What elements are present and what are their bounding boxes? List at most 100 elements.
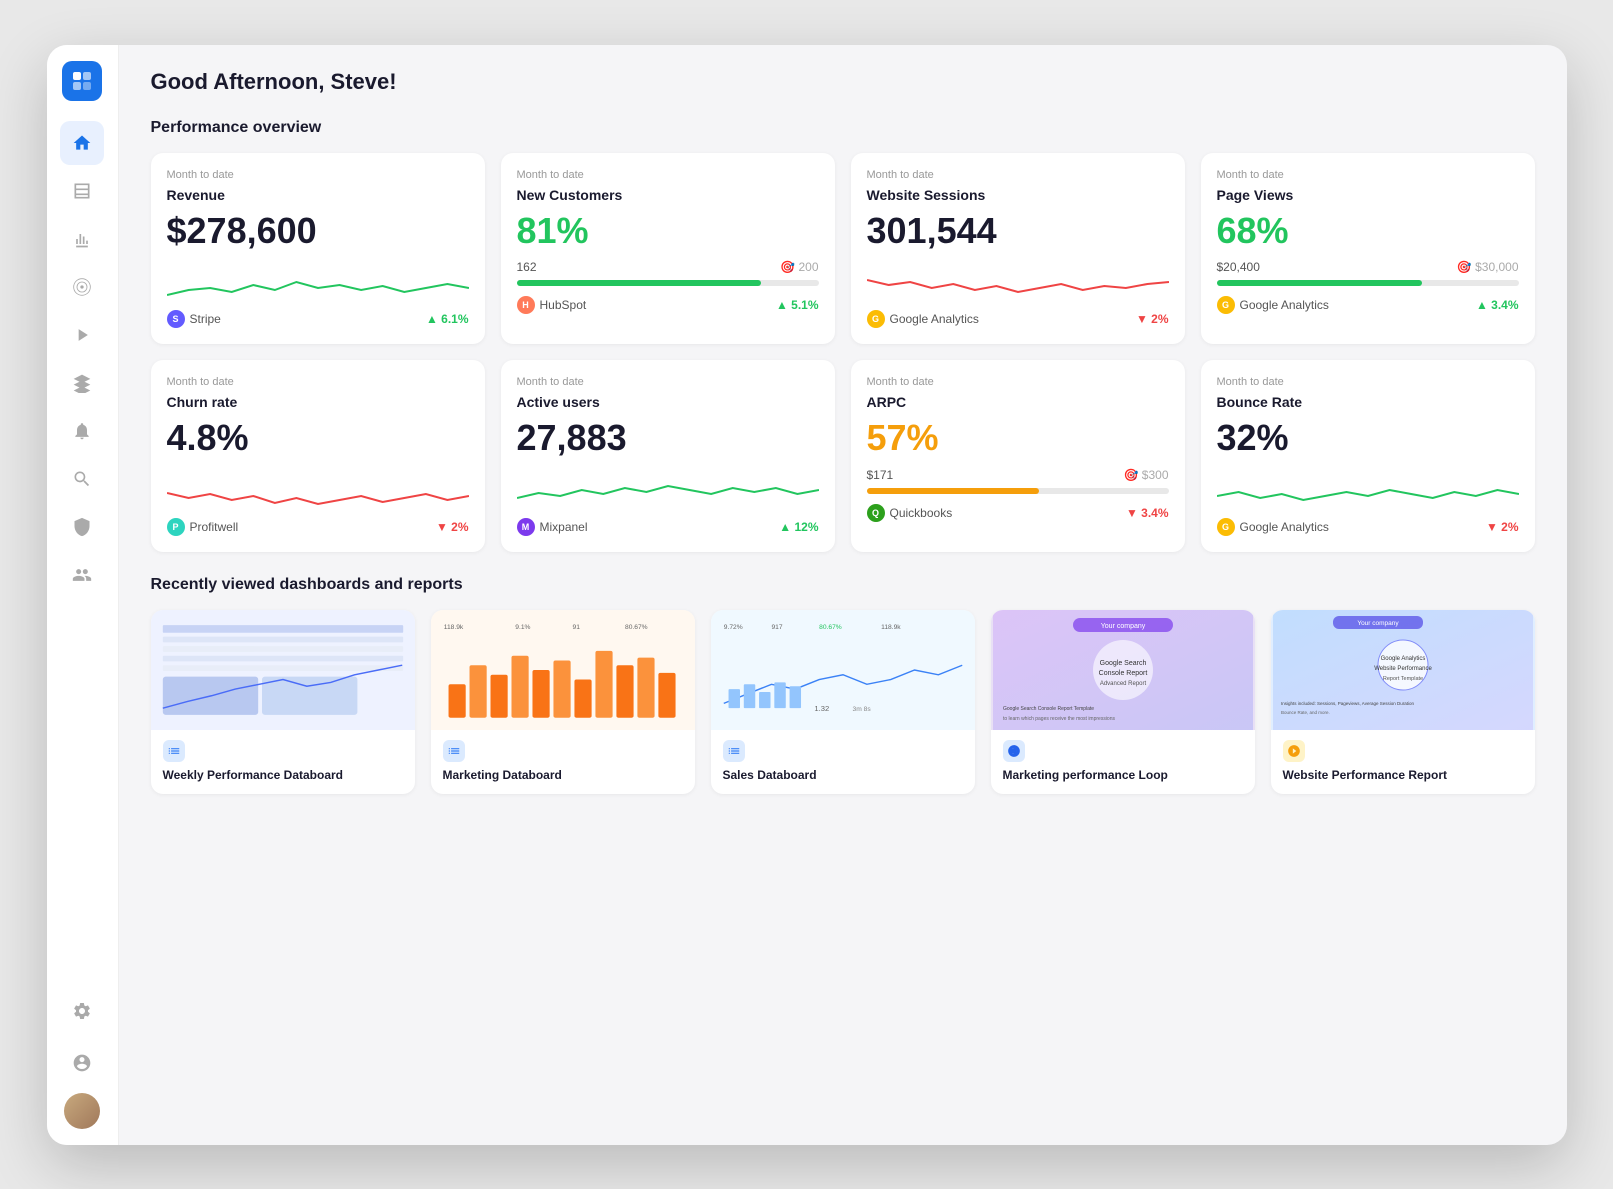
bounce-rate-footer: G Google Analytics ▼ 2%: [1217, 518, 1519, 536]
website-performance-icon: [1283, 740, 1305, 762]
greeting-text: Good Afternoon, Steve!: [151, 69, 1535, 95]
marketing-title: Marketing Databoard: [443, 768, 683, 782]
website-performance-preview: Your company Google Analytics Website Pe…: [1271, 610, 1535, 730]
churn-rate-change: ▼ 2%: [436, 520, 469, 534]
stripe-icon: S: [167, 310, 185, 328]
bounce-rate-value: 32%: [1217, 418, 1519, 458]
performance-section: Performance overview Month to date Reven…: [151, 119, 1535, 552]
metric-card-active-users: Month to date Active users 27,883 M Mixp…: [501, 360, 835, 552]
bounce-rate-period: Month to date: [1217, 376, 1519, 388]
revenue-period: Month to date: [167, 169, 469, 181]
churn-rate-sparkline: [167, 468, 469, 508]
svg-text:Your company: Your company: [1100, 623, 1145, 630]
page-views-target: 🎯 $30,000: [1457, 260, 1519, 274]
active-users-source-label: Mixpanel: [540, 520, 588, 534]
google-analytics-icon-2: G: [1217, 296, 1235, 314]
marketing-loop-preview: Your company Google Search Console Repor…: [991, 610, 1255, 730]
arpc-period: Month to date: [867, 376, 1169, 388]
svg-text:Google Search Console Report T: Google Search Console Report Template: [1003, 706, 1094, 712]
active-users-sparkline: [517, 468, 819, 508]
svg-text:80.67%: 80.67%: [625, 624, 648, 631]
sidebar-item-notification[interactable]: [60, 409, 104, 453]
svg-text:Console Report: Console Report: [1098, 670, 1147, 677]
svg-text:917: 917: [771, 624, 782, 631]
sidebar-item-shield[interactable]: [60, 505, 104, 549]
sidebar-nav: [60, 121, 104, 985]
weekly-title: Weekly Performance Databoard: [163, 768, 403, 782]
page-views-source-label: Google Analytics: [1240, 298, 1329, 312]
revenue-sparkline: [167, 260, 469, 300]
revenue-title: Revenue: [167, 187, 469, 203]
page-views-source: G Google Analytics: [1217, 296, 1329, 314]
churn-rate-source-label: Profitwell: [190, 520, 239, 534]
user-avatar[interactable]: [64, 1093, 100, 1129]
recently-viewed-title: Recently viewed dashboards and reports: [151, 576, 1535, 594]
page-views-change: ▲ 3.4%: [1476, 298, 1519, 312]
sales-icon-row: [723, 740, 963, 762]
bounce-rate-change: ▼ 2%: [1486, 520, 1519, 534]
metric-card-bounce-rate: Month to date Bounce Rate 32% G Google A…: [1201, 360, 1535, 552]
sidebar-bottom: [60, 989, 104, 1129]
website-sessions-change: ▼ 2%: [1136, 312, 1169, 326]
page-views-progress-row: $20,400 🎯 $30,000: [1217, 260, 1519, 274]
dashboards-grid: Weekly Performance Databoard: [151, 610, 1535, 794]
dashboard-card-website-performance[interactable]: Your company Google Analytics Website Pe…: [1271, 610, 1535, 794]
metric-card-arpc: Month to date ARPC 57% $171 🎯 $300 Q Qui…: [851, 360, 1185, 552]
weekly-icon: [163, 740, 185, 762]
weekly-info: Weekly Performance Databoard: [151, 730, 415, 794]
new-customers-period: Month to date: [517, 169, 819, 181]
dashboard-card-marketing-loop[interactable]: Your company Google Search Console Repor…: [991, 610, 1255, 794]
sidebar-item-search[interactable]: [60, 457, 104, 501]
website-performance-title: Website Performance Report: [1283, 768, 1523, 782]
new-customers-progress-fill: [517, 280, 762, 286]
sidebar-item-profile[interactable]: [60, 1041, 104, 1085]
bounce-rate-sparkline: [1217, 468, 1519, 508]
metrics-grid-bottom: Month to date Churn rate 4.8% P Profitwe…: [151, 360, 1535, 552]
page-views-value: 68%: [1217, 211, 1519, 251]
churn-rate-value: 4.8%: [167, 418, 469, 458]
active-users-source: M Mixpanel: [517, 518, 588, 536]
sidebar-item-play[interactable]: [60, 313, 104, 357]
new-customers-change: ▲ 5.1%: [776, 298, 819, 312]
sidebar-item-chart[interactable]: [60, 217, 104, 261]
sidebar-item-stack[interactable]: [60, 361, 104, 405]
arpc-title: ARPC: [867, 394, 1169, 410]
marketing-info: Marketing Databoard: [431, 730, 695, 794]
sidebar-item-home[interactable]: [60, 121, 104, 165]
sidebar-item-team[interactable]: [60, 553, 104, 597]
sales-preview: 9.72% 917 80.67% 118.9k: [711, 610, 975, 730]
profitwell-icon: P: [167, 518, 185, 536]
app-logo[interactable]: [62, 61, 102, 101]
new-customers-title: New Customers: [517, 187, 819, 203]
arpc-progress-bg: [867, 488, 1169, 494]
hubspot-icon: H: [517, 296, 535, 314]
page-views-progress-fill: [1217, 280, 1422, 286]
website-sessions-sparkline: [867, 260, 1169, 300]
website-sessions-period: Month to date: [867, 169, 1169, 181]
svg-text:Bounce Rate, and more.: Bounce Rate, and more.: [1281, 710, 1330, 715]
svg-text:Advanced Report: Advanced Report: [1099, 681, 1146, 687]
page-views-title: Page Views: [1217, 187, 1519, 203]
sidebar-item-settings[interactable]: [60, 989, 104, 1033]
dashboard-card-weekly[interactable]: Weekly Performance Databoard: [151, 610, 415, 794]
arpc-current: $171: [867, 468, 894, 482]
active-users-value: 27,883: [517, 418, 819, 458]
metric-card-page-views: Month to date Page Views 68% $20,400 🎯 $…: [1201, 153, 1535, 345]
revenue-source-label: Stripe: [190, 312, 221, 326]
svg-text:3m 8s: 3m 8s: [852, 706, 871, 713]
mixpanel-icon: M: [517, 518, 535, 536]
bounce-rate-title: Bounce Rate: [1217, 394, 1519, 410]
dashboard-card-sales[interactable]: 9.72% 917 80.67% 118.9k: [711, 610, 975, 794]
churn-rate-period: Month to date: [167, 376, 469, 388]
dashboard-card-marketing[interactable]: 118.9k 9.1% 91 80.67%: [431, 610, 695, 794]
revenue-footer: S Stripe ▲ 6.1%: [167, 310, 469, 328]
website-sessions-footer: G Google Analytics ▼ 2%: [867, 310, 1169, 328]
sidebar-item-target[interactable]: [60, 265, 104, 309]
svg-text:Website Performance: Website Performance: [1374, 666, 1432, 672]
churn-rate-title: Churn rate: [167, 394, 469, 410]
quickbooks-icon: Q: [867, 504, 885, 522]
svg-text:Your company: Your company: [1357, 620, 1399, 627]
sales-info: Sales Databoard: [711, 730, 975, 794]
svg-text:Insights included: Sessions, P: Insights included: Sessions, Pageviews, …: [1281, 701, 1414, 706]
sidebar-item-table[interactable]: [60, 169, 104, 213]
